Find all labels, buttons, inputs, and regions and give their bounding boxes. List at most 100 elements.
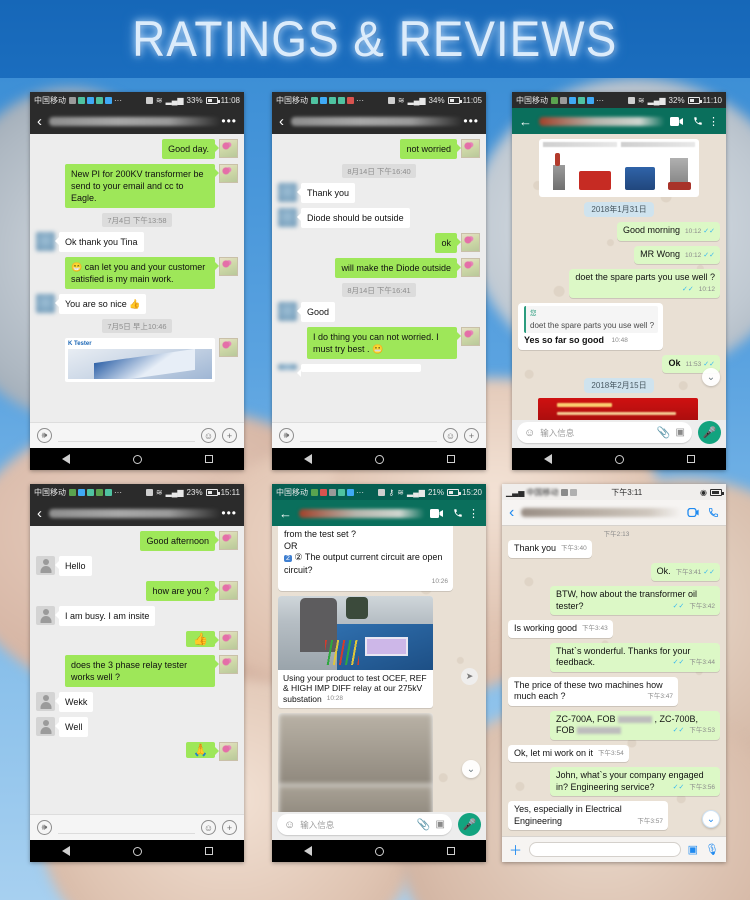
message-list[interactable]: 2018年1月31日 Good morning 10:12 ✓✓ MR Wong 10… [512, 134, 726, 420]
phone-icon[interactable] [453, 508, 463, 518]
mic-icon[interactable]: 🎤 [458, 813, 481, 836]
paperclip-icon[interactable]: 📎 [417, 818, 431, 831]
message-input-bar[interactable]: 🕪 ☺ + [30, 422, 244, 448]
home-circle-icon[interactable] [374, 846, 384, 856]
message-input[interactable] [300, 430, 437, 442]
avatar [219, 655, 238, 674]
emoji-icon[interactable]: ☺ [201, 820, 216, 835]
video-call-icon[interactable] [430, 508, 443, 518]
message-list[interactable]: from the test set ? OR 2 ② The output cu… [272, 526, 486, 812]
status-bar: 中国移动 ··· ≋ ▂▄▆ 33% 11:08 [30, 92, 244, 108]
message-input-bar[interactable]: ☺ 输入信息 📎 ▣ 🎤 [272, 812, 486, 840]
message-bubble: I am busy. I am insite [54, 606, 156, 626]
android-nav-bar[interactable] [512, 448, 726, 470]
mic-icon[interactable]: 🎙 [705, 843, 719, 856]
camera-icon[interactable]: ▣ [676, 427, 685, 438]
scroll-to-bottom-icon[interactable]: ⌄ [702, 810, 720, 828]
recents-square-icon[interactable] [446, 847, 455, 855]
more-options-icon[interactable]: ••• [221, 115, 237, 127]
back-icon[interactable]: ‹ [37, 505, 42, 522]
message-list[interactable]: Good day. New PI for 200KV transformer b… [30, 134, 244, 422]
video-call-icon[interactable] [670, 116, 683, 126]
more-options-icon[interactable]: ••• [463, 115, 479, 127]
link-card-bubble[interactable]: K Tester [65, 338, 215, 382]
camera-icon[interactable]: ▣ [436, 819, 445, 830]
message-row: not worried [278, 139, 480, 159]
voice-icon[interactable]: 🕪 [37, 428, 52, 443]
photo-message-bubble[interactable] [278, 713, 433, 812]
plus-icon[interactable]: + [464, 428, 479, 443]
recents-square-icon[interactable] [204, 847, 213, 855]
back-icon[interactable]: ← [279, 506, 292, 521]
voice-icon[interactable]: 🕪 [279, 428, 294, 443]
recents-square-icon[interactable] [204, 455, 213, 463]
message-input[interactable] [58, 822, 195, 834]
message-input-bar[interactable]: 🕪 ☺ + [272, 422, 486, 448]
scroll-to-bottom-icon[interactable]: ⌄ [462, 760, 480, 778]
message-list[interactable]: Good afternoon Hello how are you ? I am … [30, 526, 244, 814]
voice-icon[interactable]: 🕪 [37, 820, 52, 835]
video-call-icon[interactable] [686, 508, 699, 517]
plus-icon[interactable]: + [222, 428, 237, 443]
message-time: 下午3:44 [689, 659, 715, 666]
more-options-icon[interactable]: ⋮ [468, 507, 479, 520]
message-input-bar[interactable]: 🕪 ☺ + [30, 814, 244, 840]
recents-square-icon[interactable] [446, 455, 455, 463]
quoted-message: 您 doet the spare parts you use well ? [524, 306, 659, 333]
back-icon[interactable]: ‹ [279, 113, 284, 130]
message-input-bar[interactable]: ＋ ▣ 🎙 [502, 836, 726, 862]
phone-icon[interactable] [693, 116, 703, 126]
message-text: Thank you [514, 543, 557, 553]
message-input[interactable] [58, 430, 195, 442]
back-icon[interactable]: ← [519, 114, 532, 129]
product-photo-bubble[interactable] [539, 139, 699, 197]
emoji-icon[interactable]: ☺ [524, 427, 535, 439]
emoji-icon[interactable]: ☺ [443, 428, 458, 443]
banner-image-bubble[interactable] [538, 398, 698, 420]
android-nav-bar[interactable] [272, 840, 486, 862]
home-circle-icon[interactable] [374, 454, 384, 464]
back-triangle-icon[interactable] [303, 454, 312, 464]
android-nav-bar[interactable] [30, 448, 244, 470]
emoji-icon[interactable]: ☺ [284, 819, 295, 831]
recents-square-icon[interactable] [686, 455, 695, 463]
message-row: John, what`s your company engaged in? En… [508, 767, 720, 796]
message-input-bar[interactable]: ☺ 输入信息 📎 ▣ 🎤 [512, 420, 726, 448]
home-circle-icon[interactable] [614, 454, 624, 464]
android-nav-bar[interactable] [272, 448, 486, 470]
message-input[interactable]: 输入信息 [300, 819, 412, 831]
back-triangle-icon[interactable] [543, 454, 552, 464]
phone-icon[interactable] [708, 507, 719, 518]
home-circle-icon[interactable] [132, 846, 142, 856]
message-text: Yes so far so good [524, 335, 605, 345]
message-row [278, 364, 480, 377]
photo-message-bubble[interactable]: Using your product to test OCEF, REF & H… [278, 595, 433, 708]
back-triangle-icon[interactable] [303, 846, 312, 856]
message-bubble: That`s wonderful. Thanks for your feedba… [550, 642, 720, 672]
plus-icon[interactable]: ＋ [509, 840, 522, 859]
camera-icon[interactable]: ▣ [688, 843, 698, 856]
message-bubble: how are you ? [146, 581, 219, 601]
status-right: ⚷ ≋ ▂▄▆ 21% 15:20 [378, 488, 482, 497]
emoji-icon[interactable]: ☺ [201, 428, 216, 443]
message-list[interactable]: 下午2:13 Thank you 下午3:40 Ok. 下午3:41 ✓✓ BTW, … [502, 526, 726, 836]
paperclip-icon[interactable]: 📎 [657, 426, 671, 439]
android-nav-bar[interactable] [30, 840, 244, 862]
message-input[interactable]: 输入信息 [540, 427, 652, 439]
forward-icon[interactable]: ➤ [461, 668, 478, 685]
back-triangle-icon[interactable] [61, 454, 70, 464]
back-triangle-icon[interactable] [61, 846, 70, 856]
message-list[interactable]: not worried 8月14日 下午16:40 Thank you Diod… [272, 134, 486, 422]
avatar [36, 232, 55, 251]
scroll-to-bottom-icon[interactable]: ⌄ [702, 368, 720, 386]
back-icon[interactable]: ‹ [37, 113, 42, 130]
status-bar: 中国移动 ··· ≋ ▂▄▆ 23% 15:11 [30, 484, 244, 500]
message-bubble: John, what`s your company engaged in? En… [550, 767, 720, 796]
more-options-icon[interactable]: ⋮ [708, 115, 719, 128]
message-input[interactable] [529, 842, 681, 857]
more-options-icon[interactable]: ••• [221, 507, 237, 519]
plus-icon[interactable]: + [222, 820, 237, 835]
mic-icon[interactable]: 🎤 [698, 421, 721, 444]
back-icon[interactable]: ‹ [509, 504, 514, 522]
home-circle-icon[interactable] [132, 454, 142, 464]
